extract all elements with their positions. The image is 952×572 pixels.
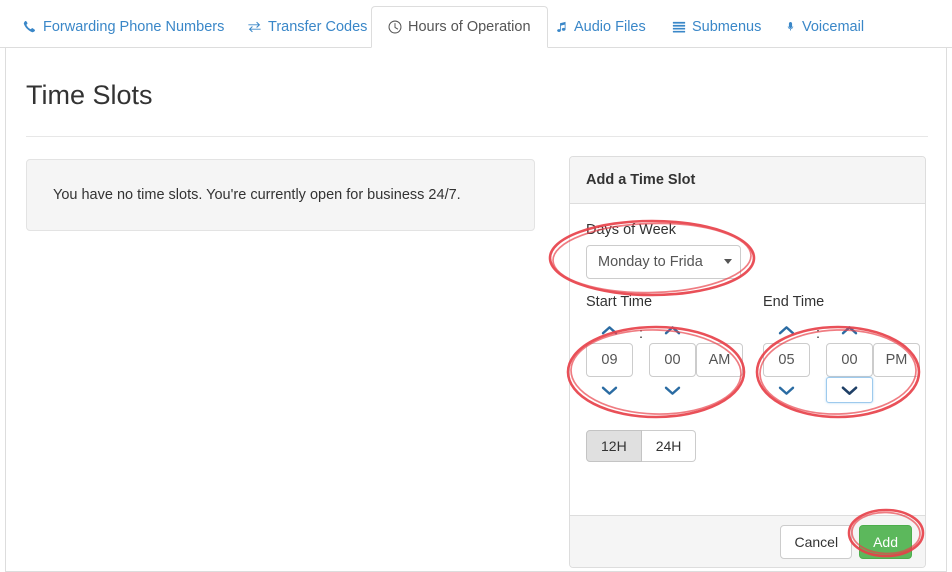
title-divider	[26, 136, 928, 137]
start-hour-increment-button[interactable]	[586, 317, 633, 343]
start-minute-increment-button[interactable]	[649, 317, 696, 343]
end-minute-input[interactable]: 00	[826, 343, 873, 377]
format-12h-button[interactable]: 12H	[586, 430, 642, 462]
cancel-button[interactable]: Cancel	[780, 524, 853, 559]
start-meridiem-column: AM	[696, 317, 743, 403]
tab-hours-of-operation[interactable]: Hours of Operation	[371, 6, 548, 48]
start-time-separator: :	[633, 317, 649, 351]
start-meridiem-input[interactable]: AM	[696, 343, 743, 377]
end-hour-increment-button[interactable]	[763, 317, 810, 343]
music-note-icon	[556, 20, 568, 34]
start-minute-decrement-button[interactable]	[649, 377, 696, 403]
page-title: Time Slots	[26, 80, 153, 110]
days-of-week-field[interactable]: Monday to Frida	[586, 245, 741, 279]
end-minute-column: 00	[826, 317, 873, 403]
start-colon: :	[638, 326, 644, 342]
panel-footer: Cancel Add	[570, 515, 925, 567]
time-inputs-row: Start Time 09 : 00 AM End Time 05: 00 P…	[586, 294, 920, 403]
tab-voicemail[interactable]: Voicemail	[768, 6, 881, 48]
days-of-week-label: Days of Week	[586, 222, 676, 238]
empty-state-well: You have no time slots. You're currently…	[26, 159, 535, 231]
start-time-label: Start Time	[586, 294, 653, 310]
format-24h-button[interactable]: 24H	[641, 430, 697, 462]
end-time-spinner: 05 : 00 PM	[763, 317, 920, 403]
list-icon	[672, 20, 686, 34]
end-meridiem-input[interactable]: PM	[873, 343, 920, 377]
start-minute-column: 00	[649, 317, 696, 403]
end-time-separator: :	[810, 317, 826, 351]
start-minute-input[interactable]: 00	[649, 343, 696, 377]
add-time-slot-panel: Add a Time Slot Days of Week Monday to F…	[569, 156, 926, 568]
end-time-group: End Time 05 : 00 PM	[763, 294, 920, 403]
tab-label: Audio Files	[574, 18, 646, 35]
tab-label: Forwarding Phone Numbers	[43, 18, 225, 35]
tab-forwarding-phone-numbers[interactable]: Forwarding Phone Numbers	[6, 6, 241, 48]
end-time-label: End Time	[763, 294, 825, 310]
time-format-toggle-group: 12H 24H	[586, 430, 697, 462]
end-hour-decrement-button[interactable]	[763, 377, 810, 403]
end-minute-decrement-button[interactable]	[826, 377, 873, 403]
phone-icon	[23, 20, 37, 34]
end-meridiem-column: PM	[873, 317, 920, 403]
start-hour-column: 09	[586, 317, 633, 403]
end-hour-column: 05	[763, 317, 810, 403]
tab-transfer-codes[interactable]: Transfer Codes	[230, 6, 384, 48]
panel-title: Add a Time Slot	[586, 172, 696, 188]
end-minute-increment-button[interactable]	[826, 317, 873, 343]
content-panel: Time Slots You have no time slots. You'r…	[5, 48, 947, 572]
add-button[interactable]: Add	[859, 524, 912, 559]
tab-label: Submenus	[692, 18, 762, 35]
end-hour-input[interactable]: 05	[763, 343, 810, 377]
start-time-group: Start Time 09 : 00 AM	[586, 294, 743, 403]
panel-body: Days of Week Monday to Frida Start Time …	[570, 204, 925, 515]
start-hour-decrement-button[interactable]	[586, 377, 633, 403]
days-of-week-select[interactable]: Monday to Frida	[586, 245, 741, 279]
exchange-icon	[247, 20, 262, 34]
tab-label: Voicemail	[802, 18, 865, 35]
microphone-icon	[785, 20, 796, 34]
tab-label: Hours of Operation	[408, 18, 531, 35]
panel-header: Add a Time Slot	[570, 157, 925, 204]
tab-bar: Forwarding Phone Numbers Transfer Codes …	[0, 0, 952, 48]
tab-audio-files[interactable]: Audio Files	[539, 6, 663, 48]
tab-submenus[interactable]: Submenus	[655, 6, 778, 48]
tab-label: Transfer Codes	[268, 18, 368, 35]
start-hour-input[interactable]: 09	[586, 343, 633, 377]
empty-state-message: You have no time slots. You're currently…	[53, 187, 461, 203]
start-time-spinner: 09 : 00 AM	[586, 317, 743, 403]
end-colon: :	[815, 326, 821, 342]
clock-icon	[388, 20, 402, 34]
